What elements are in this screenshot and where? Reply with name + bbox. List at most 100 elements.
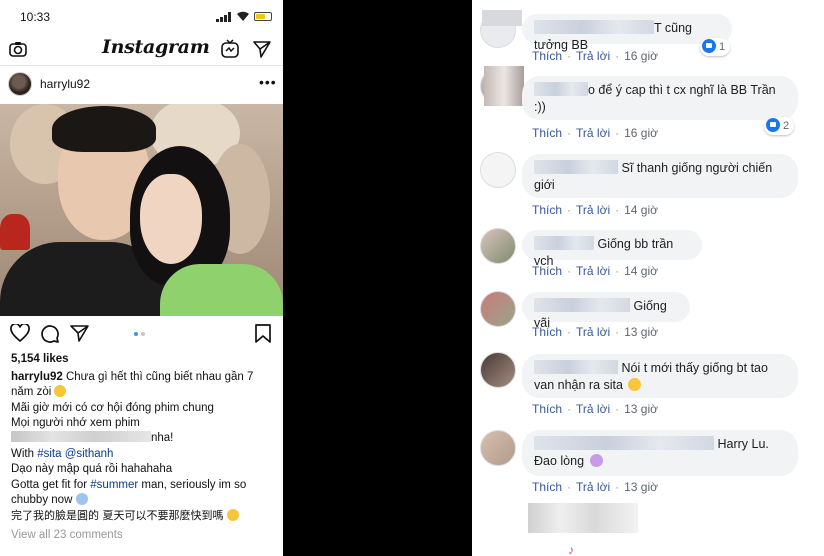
- comment-time[interactable]: 14 giờ: [624, 203, 658, 217]
- avatar[interactable]: [8, 72, 32, 96]
- comment-icon[interactable]: [40, 324, 59, 343]
- reply-link[interactable]: Trả lời: [576, 203, 610, 217]
- avatar[interactable]: [480, 430, 516, 466]
- comment-actions: Thích · Trả lời · 14 giờ: [532, 203, 658, 217]
- status-time: 10:33: [20, 10, 51, 24]
- commenter-name-blurred[interactable]: [534, 20, 654, 34]
- reaction-count[interactable]: 2: [764, 117, 795, 135]
- caption-line: Dạo này mập quá rồi hahahaha: [11, 463, 173, 475]
- comment-time[interactable]: 13 giờ: [624, 402, 658, 416]
- person-face: [140, 174, 202, 264]
- caption-tags[interactable]: #sita @sithanh: [37, 448, 113, 460]
- more-options-button[interactable]: •••: [259, 74, 277, 90]
- like-icon: [766, 118, 780, 132]
- comment-time[interactable]: 13 giờ: [624, 480, 658, 494]
- commenter-name-blurred[interactable]: [534, 82, 588, 96]
- comment-actions: Thích · Trả lời · 16 giờ: [532, 49, 658, 63]
- hashtag-link[interactable]: #summer: [90, 479, 138, 491]
- blurred-text: [11, 431, 151, 442]
- caption-line: Mọi người nhớ xem phim: [11, 417, 140, 429]
- avatar[interactable]: [480, 228, 516, 264]
- avatar[interactable]: [480, 152, 516, 188]
- status-bar: 10:33: [0, 0, 283, 34]
- comment-bubble: Nói t mới thấy giống bt tao van nhận ra s…: [522, 354, 798, 398]
- signal-icon: [216, 12, 231, 22]
- post-username[interactable]: harrylu92: [40, 77, 90, 91]
- like-link[interactable]: Thích: [532, 402, 562, 416]
- heart-icon[interactable]: [10, 324, 30, 342]
- wifi-icon: [237, 11, 249, 21]
- direct-icon[interactable]: [252, 39, 272, 59]
- bookmark-icon[interactable]: [255, 324, 271, 343]
- like-link[interactable]: Thích: [532, 325, 562, 339]
- caption-line: chubby now: [11, 493, 88, 507]
- comment-bubble: o để ý cap thì t cx nghĩ là BB Trần:)): [522, 76, 798, 120]
- comment-bubble: T cũng tưởng BB: [522, 14, 732, 52]
- like-link[interactable]: Thích: [532, 126, 562, 140]
- caption-line: 完了我的臉是圓的 夏天可以不要那麼快到嗎: [11, 509, 239, 523]
- commenter-name-blurred[interactable]: [534, 436, 714, 450]
- comment-actions: Thích · Trả lời · 13 giờ: [532, 480, 658, 494]
- reply-link[interactable]: Trả lời: [576, 480, 610, 494]
- reply-link[interactable]: Trả lời: [576, 325, 610, 339]
- instagram-post-screenshot: 10:33 Instagram harrylu92 ••• 5,154 like…: [0, 0, 283, 556]
- face-emoji: [589, 454, 603, 467]
- laughing-emoji: [628, 378, 642, 391]
- blurred-pixels: [528, 503, 638, 533]
- comment-actions: Thích · Trả lời · 16 giờ: [532, 126, 658, 140]
- like-icon: [702, 39, 716, 53]
- like-link[interactable]: Thích: [532, 480, 562, 494]
- reply-link[interactable]: Trả lời: [576, 126, 610, 140]
- comment-time[interactable]: 16 giờ: [624, 49, 658, 63]
- comment-actions: Thích · Trả lời · 14 giờ: [532, 264, 658, 278]
- comment-bubble: Harry Lu. Đao lòng: [522, 430, 798, 476]
- tagged-name[interactable]: Harry Lu.: [717, 437, 768, 451]
- comment-time[interactable]: 14 giờ: [624, 264, 658, 278]
- blurred-pixels: [484, 66, 524, 106]
- post-photo[interactable]: [0, 104, 283, 316]
- caption-username[interactable]: harrylu92: [11, 371, 63, 383]
- commenter-name-blurred[interactable]: [534, 236, 594, 250]
- share-icon[interactable]: [70, 324, 89, 342]
- like-link[interactable]: Thích: [532, 264, 562, 278]
- carousel-indicator: [134, 332, 150, 338]
- caption-line: harrylu92 Chưa gì hết thì cũng biết nhau…: [11, 371, 254, 383]
- red-object: [0, 214, 30, 250]
- battery-icon: [254, 12, 272, 21]
- grin-emoji: [54, 385, 67, 397]
- weary-emoji: [227, 509, 239, 521]
- caption-line: nha!: [11, 431, 173, 445]
- avatar[interactable]: [480, 291, 516, 327]
- reply-link[interactable]: Trả lời: [576, 264, 610, 278]
- instagram-header: Instagram: [0, 34, 283, 66]
- comment-time[interactable]: 16 giờ: [624, 126, 658, 140]
- person-shirt: [160, 264, 283, 316]
- igtv-icon[interactable]: [220, 39, 240, 59]
- commenter-name-blurred[interactable]: [534, 360, 618, 374]
- caption-line: năm zòi: [11, 385, 67, 399]
- comment-bubble: Sĩ thanh giống người chiến giới: [522, 154, 798, 198]
- music-note-icon: ♪: [568, 543, 574, 556]
- comment-bubble: Giống vãi: [522, 292, 690, 330]
- like-link[interactable]: Thích: [532, 49, 562, 63]
- like-link[interactable]: Thích: [532, 203, 562, 217]
- fearful-emoji: [75, 493, 88, 505]
- caption-line: With #sita @sithanh: [11, 448, 114, 460]
- caption-line: Gotta get fit for #summer man, seriously…: [11, 479, 247, 491]
- post-actions: [0, 318, 283, 348]
- comment-time[interactable]: 13 giờ: [624, 325, 658, 339]
- avatar[interactable]: [480, 352, 516, 388]
- blurred-pixels: [482, 10, 522, 26]
- reply-link[interactable]: Trả lời: [576, 402, 610, 416]
- reaction-count[interactable]: 1: [700, 38, 731, 56]
- facebook-comments-screenshot: T cũng tưởng BB 1 Thích · Trả lời · 16 giờ o…: [472, 0, 824, 556]
- commenter-name-blurred[interactable]: [534, 298, 630, 312]
- view-all-comments-link[interactable]: View all 23 comments: [11, 528, 123, 542]
- comment-actions: Thích · Trả lời · 13 giờ: [532, 325, 658, 339]
- person-hair: [52, 106, 156, 152]
- comment-actions: Thích · Trả lời · 13 giờ: [532, 402, 658, 416]
- likes-count[interactable]: 5,154 likes: [11, 352, 69, 366]
- camera-icon[interactable]: [8, 39, 28, 59]
- commenter-name-blurred[interactable]: [534, 160, 618, 174]
- reply-link[interactable]: Trả lời: [576, 49, 610, 63]
